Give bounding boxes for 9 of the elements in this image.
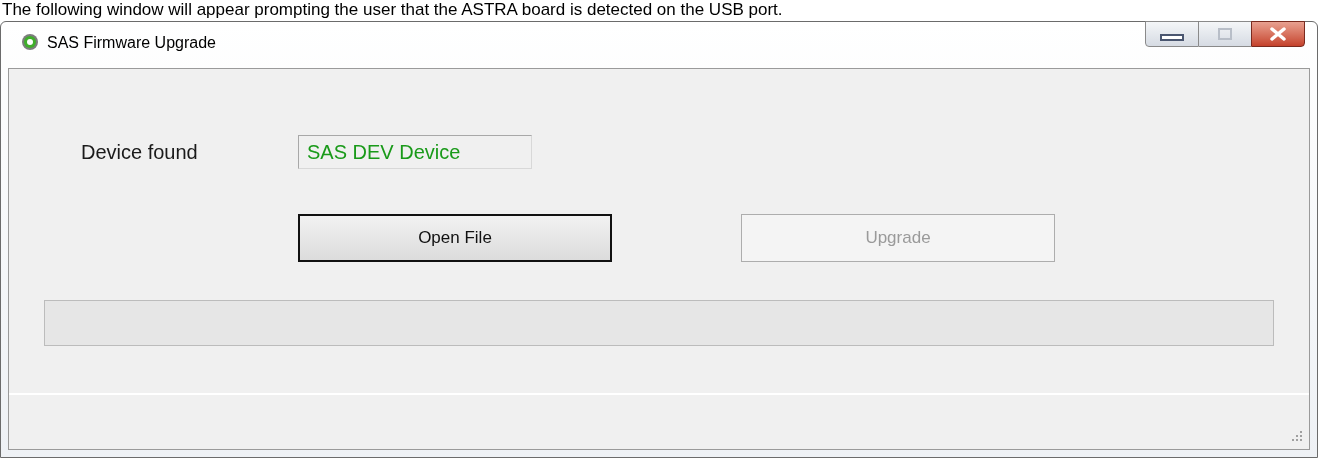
minimize-button[interactable] [1145,21,1199,47]
caption-text: The following window will appear prompting the user that the ASTRA board is detected on the USB port. [2,0,783,20]
resize-grip-icon [1291,431,1303,443]
dialog-button[interactable]: Open File [298,214,612,262]
close-button[interactable] [1251,21,1305,47]
window-title: SAS Firmware Upgrade [47,33,216,53]
close-icon [1269,27,1287,41]
device-label: Device found [81,140,199,165]
device-field: SAS DEV Device [298,135,532,169]
